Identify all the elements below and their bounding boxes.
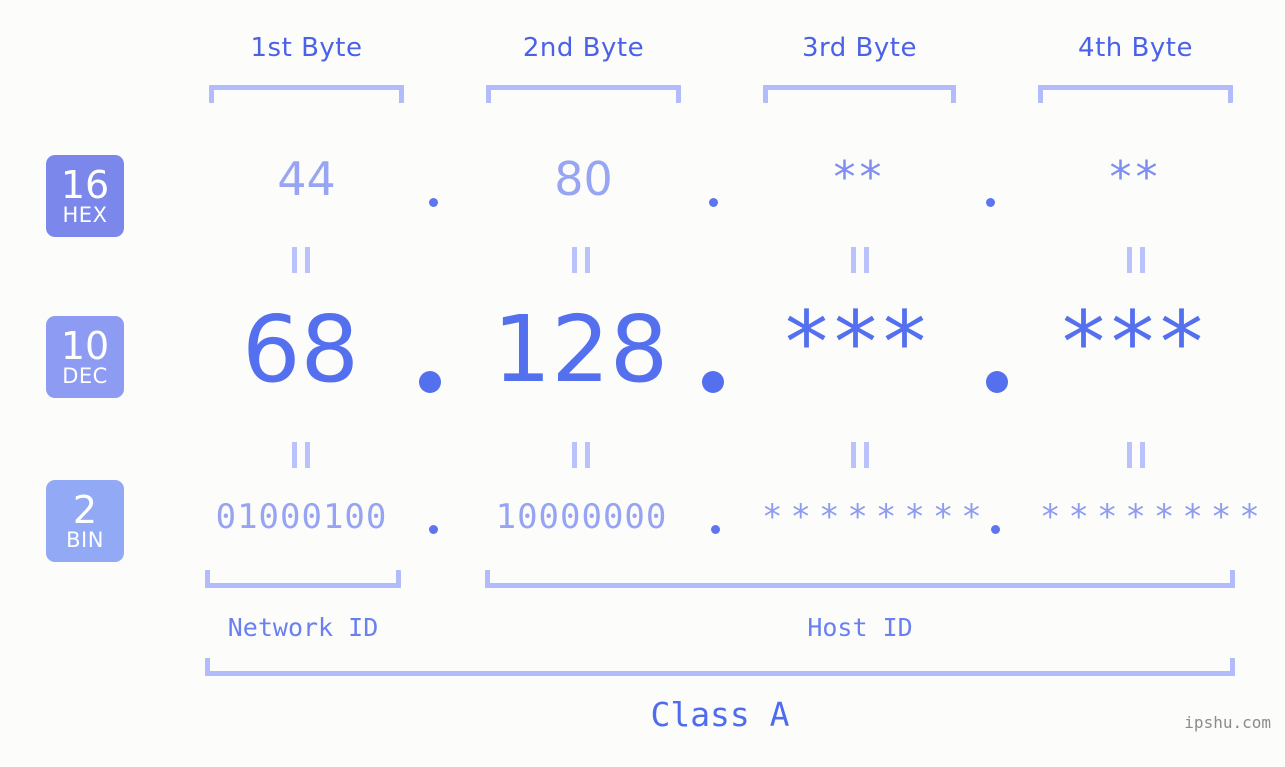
class-label: Class A: [650, 695, 790, 734]
bin-separator-dot-1: [429, 525, 438, 534]
hex-byte-4: **: [1109, 152, 1162, 203]
hex-separator-dot-1: [429, 198, 438, 207]
equals-mark-dec-bin-3: [851, 442, 869, 468]
dec-byte-1: 68: [241, 296, 360, 403]
equals-mark-dec-bin-4: [1127, 442, 1145, 468]
hex-byte-3: **: [833, 152, 886, 203]
dec-separator-dot-2: [702, 371, 724, 393]
base-badge-hex: 16 HEX: [46, 155, 124, 237]
dec-separator-dot-1: [419, 371, 441, 393]
byte-header-3: 3rd Byte: [802, 33, 917, 63]
dec-byte-3: ***: [785, 293, 932, 393]
hex-byte-2: 80: [554, 152, 613, 206]
equals-mark-hex-dec-1: [292, 247, 310, 273]
bin-byte-3: ********: [762, 497, 990, 537]
equals-mark-dec-bin-2: [572, 442, 590, 468]
dec-byte-2: 128: [492, 296, 669, 403]
base-badge-dec: 10 DEC: [46, 316, 124, 398]
host-id-bracket: [485, 570, 1235, 588]
base-badge-dec-name: DEC: [62, 364, 108, 388]
hex-separator-dot-2: [709, 198, 718, 207]
byte-bracket-1: [209, 85, 404, 103]
watermark: ipshu.com: [1184, 713, 1271, 732]
bin-byte-1: 01000100: [215, 497, 388, 537]
byte-bracket-2: [486, 85, 681, 103]
base-badge-bin-number: 2: [72, 488, 98, 532]
hex-byte-1: 44: [277, 152, 336, 206]
network-id-bracket: [205, 570, 401, 588]
equals-mark-hex-dec-4: [1127, 247, 1145, 273]
dec-separator-dot-3: [986, 371, 1008, 393]
dec-byte-4: ***: [1062, 293, 1209, 393]
base-badge-bin: 2 BIN: [46, 480, 124, 562]
network-id-label: Network ID: [227, 613, 379, 642]
byte-bracket-3: [763, 85, 956, 103]
byte-header-1: 1st Byte: [250, 33, 363, 63]
bin-byte-2: 10000000: [495, 497, 668, 537]
byte-header-2: 2nd Byte: [522, 33, 645, 63]
host-id-label: Host ID: [807, 613, 913, 642]
bin-separator-dot-3: [991, 525, 1000, 534]
class-bracket: [205, 658, 1235, 676]
bin-separator-dot-2: [711, 525, 720, 534]
equals-mark-dec-bin-1: [292, 442, 310, 468]
hex-separator-dot-3: [986, 198, 995, 207]
equals-mark-hex-dec-2: [572, 247, 590, 273]
base-badge-hex-name: HEX: [62, 203, 108, 227]
ip-address-breakdown-diagram: 1st Byte 2nd Byte 3rd Byte 4th Byte 16 H…: [0, 0, 1285, 767]
byte-bracket-4: [1038, 85, 1233, 103]
base-badge-hex-number: 16: [60, 163, 110, 207]
byte-header-4: 4th Byte: [1078, 33, 1193, 63]
base-badge-dec-number: 10: [60, 324, 110, 368]
bin-byte-4: ********: [1040, 497, 1268, 537]
equals-mark-hex-dec-3: [851, 247, 869, 273]
base-badge-bin-name: BIN: [66, 528, 104, 552]
